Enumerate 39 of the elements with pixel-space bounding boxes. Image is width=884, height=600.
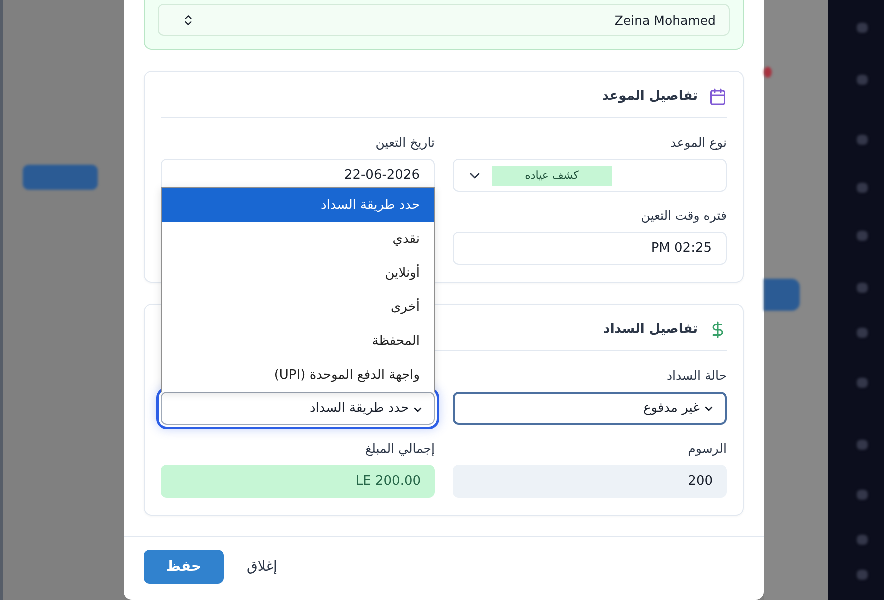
dropdown-option[interactable]: المحفظة: [162, 324, 434, 358]
save-button[interactable]: حفظ: [144, 550, 224, 584]
type-tag: كشف عياده: [492, 166, 612, 186]
field-label: تاريخ التعين: [376, 135, 435, 151]
select-field[interactable]: غير مدفوع: [453, 392, 727, 425]
dropdown-option[interactable]: نقدي: [162, 222, 434, 256]
sidebar-icon: [857, 490, 868, 500]
sidebar-icon: [857, 183, 868, 193]
sidebar-icon: [857, 283, 868, 293]
calendar-icon: [709, 88, 727, 106]
fees-field[interactable]: 200: [453, 465, 727, 498]
section-title: تفاصيل السداد: [604, 322, 698, 337]
dropdown-option[interactable]: أونلاين: [162, 256, 434, 290]
section-title: تفاصيل الموعد: [602, 89, 698, 104]
field-label: الرسوم: [688, 441, 727, 457]
sidebar-icon: [857, 231, 868, 241]
total-amount-field[interactable]: LE 200.00: [161, 465, 435, 498]
chevrons-up-down-icon: [182, 14, 195, 26]
sidebar-icon: [857, 440, 868, 450]
close-button[interactable]: إغلاق: [243, 550, 282, 584]
sidebar-icon: [857, 378, 868, 388]
dropdown-option[interactable]: واجهة الدفع الموحدة (UPI): [162, 358, 434, 392]
sidebar-icon: [857, 328, 868, 338]
dropdown-option[interactable]: أخرى: [162, 290, 434, 324]
blurred-background-block: [764, 279, 800, 311]
sidebar-icon: [857, 75, 868, 85]
blurred-dot-icon: [764, 67, 772, 78]
sidebar-icon: [857, 535, 868, 545]
time-field[interactable]: PM 02:25: [453, 232, 727, 265]
field-label: حالة السداد: [666, 368, 727, 384]
sidebar-icon: [857, 135, 868, 145]
field-label: فتره وقت التعين: [641, 208, 727, 224]
field-label: نوع الموعد: [670, 135, 727, 151]
dropdown-option[interactable]: حدد طريقة السداد: [162, 188, 434, 222]
sidebar-icon: [857, 23, 868, 33]
field-label: إجمالي المبلغ: [365, 441, 435, 457]
patient-select[interactable]: Zeina Mohamed: [158, 4, 730, 36]
sidebar-icon: [857, 570, 868, 580]
appointment-type-select[interactable]: كشف عياده: [453, 159, 727, 192]
